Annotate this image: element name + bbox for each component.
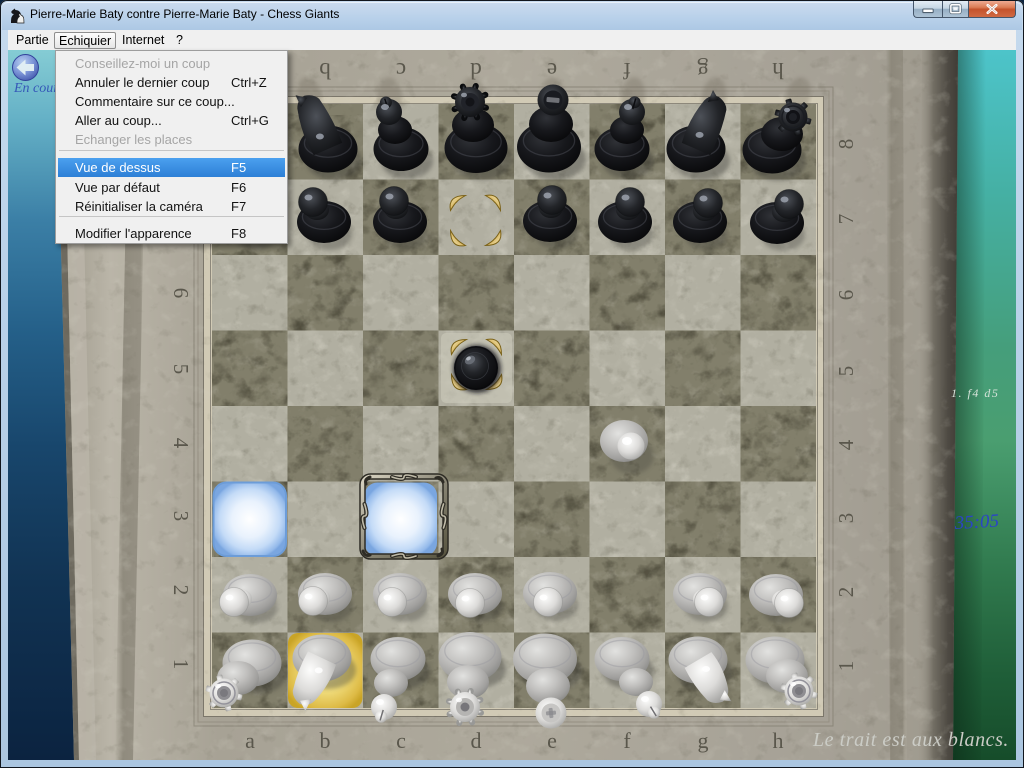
svg-text:35:05: 35:05 [953,511,999,534]
svg-text:8: 8 [834,139,858,150]
svg-text:b: b [320,728,331,753]
svg-text:h: h [772,58,784,83]
svg-text:h: h [773,728,784,753]
svg-text:3: 3 [169,511,193,522]
svg-text:c: c [396,58,406,83]
svg-text:2: 2 [834,587,858,598]
svg-text:a: a [245,728,255,753]
svg-text:1. f4 d5: 1. f4 d5 [951,386,999,400]
svg-text:6: 6 [834,290,858,301]
svg-text:g: g [697,58,709,83]
svg-text:4: 4 [169,438,193,449]
svg-text:1: 1 [169,659,193,670]
svg-text:2: 2 [169,585,193,596]
svg-text:b: b [319,58,331,83]
svg-text:g: g [698,728,709,753]
svg-text:e: e [547,728,557,753]
svg-text:5: 5 [834,366,858,377]
svg-text:5: 5 [169,364,193,375]
svg-text:c: c [396,728,406,753]
svg-text:1: 1 [834,661,858,672]
svg-text:3: 3 [834,513,858,524]
svg-text:7: 7 [834,214,858,225]
svg-text:f: f [623,728,631,753]
svg-text:d: d [471,728,482,753]
svg-text:Le trait est aux blancs.: Le trait est aux blancs. [812,729,1009,751]
svg-text:4: 4 [834,439,858,450]
svg-text:6: 6 [169,288,193,299]
